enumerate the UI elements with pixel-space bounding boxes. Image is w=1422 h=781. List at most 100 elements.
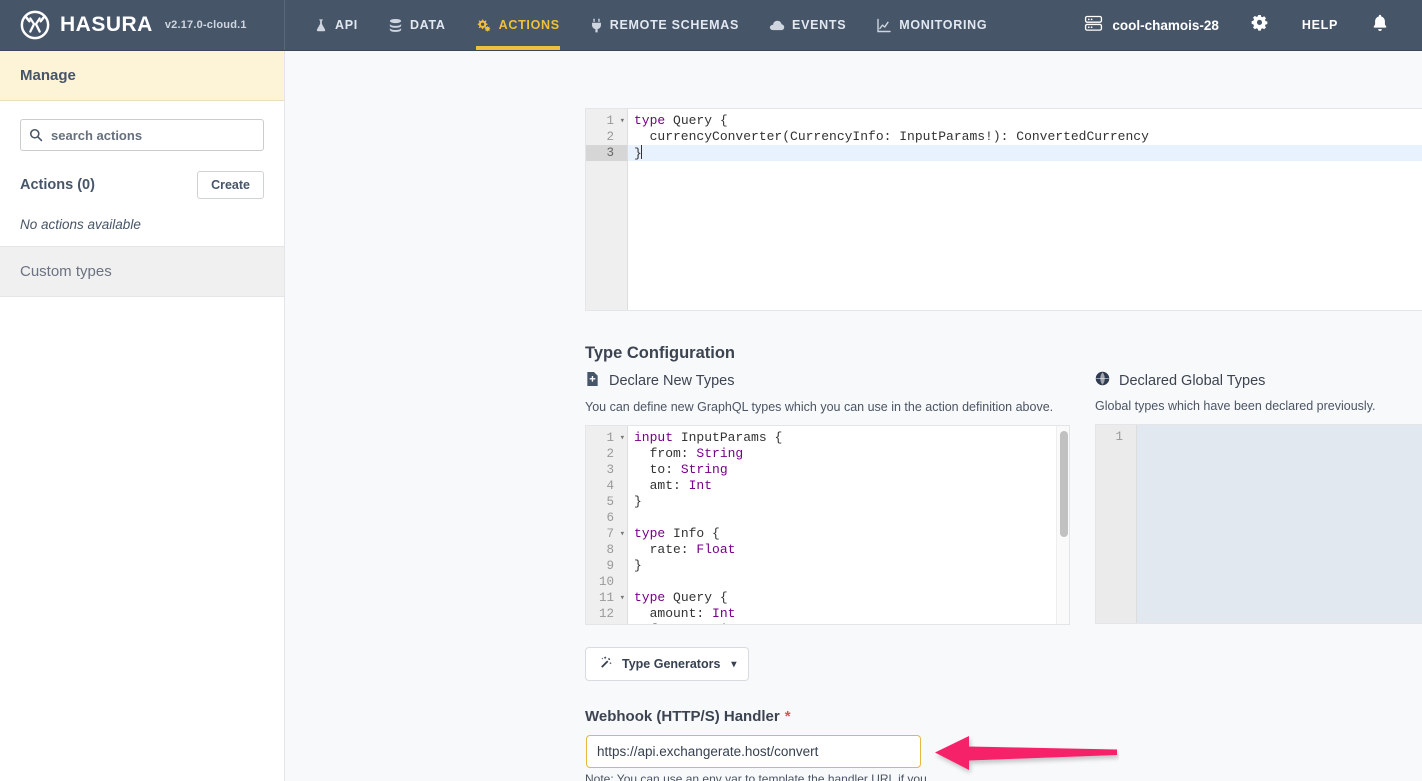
code-token: String bbox=[696, 446, 743, 461]
nav-item-api[interactable]: API bbox=[299, 0, 373, 50]
line-number: 1▾ bbox=[586, 113, 627, 129]
primary-nav: API DATA ACTIONS bbox=[299, 0, 1002, 50]
nav-item-monitoring[interactable]: MONITORING bbox=[861, 0, 1002, 50]
code-line[interactable]: } bbox=[628, 145, 1422, 161]
flask-icon bbox=[314, 18, 328, 33]
code-token: Query bbox=[665, 590, 720, 605]
code-line[interactable] bbox=[634, 510, 1069, 526]
line-number: 11▾ bbox=[586, 590, 627, 606]
code-line[interactable]: type Info { bbox=[634, 526, 1069, 542]
fold-toggle-icon[interactable]: ▾ bbox=[620, 590, 625, 606]
line-number: 2 bbox=[586, 446, 627, 462]
top-navigation-bar: HASURA v2.17.0-cloud.1 API DATA bbox=[0, 0, 1422, 51]
fold-toggle-icon[interactable]: ▾ bbox=[620, 113, 625, 129]
required-marker: * bbox=[785, 708, 791, 725]
nav-label-remote-schemas: REMOTE SCHEMAS bbox=[610, 18, 739, 32]
line-number: 8 bbox=[586, 542, 627, 558]
server-icon bbox=[1084, 15, 1103, 35]
brand-logo-area[interactable]: HASURA v2.17.0-cloud.1 bbox=[0, 0, 285, 50]
code-token: type bbox=[634, 526, 665, 541]
version-label: v2.17.0-cloud.1 bbox=[165, 19, 247, 31]
nav-item-events[interactable]: EVENTS bbox=[754, 0, 861, 50]
nav-label-api: API bbox=[335, 18, 358, 32]
line-number: 2 bbox=[586, 129, 627, 145]
code-line[interactable]: type Query { bbox=[634, 590, 1069, 606]
nav-item-actions[interactable]: ACTIONS bbox=[461, 0, 575, 50]
code-line[interactable]: } bbox=[634, 558, 1069, 574]
sidebar-item-custom-types[interactable]: Custom types bbox=[0, 247, 284, 297]
code-line[interactable]: } bbox=[634, 494, 1069, 510]
type-configuration-title: Type Configuration bbox=[585, 344, 735, 363]
webhook-note-line-1: Note: You can use an env var to template… bbox=[585, 771, 930, 781]
annotation-arrow-pointing-to-webhook-input bbox=[933, 729, 1119, 779]
new-types-scrollbar-thumb[interactable] bbox=[1060, 431, 1068, 537]
code-token: Float bbox=[696, 542, 735, 557]
gears-icon bbox=[476, 18, 492, 33]
project-selector[interactable]: cool-chamois-28 bbox=[1068, 15, 1235, 35]
line-number: 3 bbox=[586, 145, 627, 161]
code-line[interactable]: currencyConverter(CurrencyInfo: InputPar… bbox=[634, 129, 1422, 145]
database-icon bbox=[388, 18, 403, 33]
code-token: { bbox=[720, 113, 728, 128]
code-line[interactable] bbox=[1143, 429, 1422, 445]
code-token: { bbox=[774, 430, 782, 445]
code-token: Int bbox=[689, 478, 712, 493]
webhook-handler-label: Webhook (HTTP/S) Handler * bbox=[585, 708, 791, 725]
declare-new-types-header: Declare New Types bbox=[585, 371, 1085, 391]
globe-icon bbox=[1095, 371, 1110, 390]
code-token: amount: bbox=[634, 606, 712, 621]
sidebar: Manage Actions (0) Create No actions ava… bbox=[0, 51, 285, 781]
chevron-down-icon: ▾ bbox=[731, 659, 736, 670]
action-definition-code[interactable]: type Query { currencyConverter(CurrencyI… bbox=[628, 109, 1422, 310]
nav-item-data[interactable]: DATA bbox=[373, 0, 461, 50]
code-line[interactable]: from: String bbox=[634, 446, 1069, 462]
new-types-code[interactable]: input InputParams { from: String to: Str… bbox=[628, 426, 1069, 624]
file-plus-icon bbox=[585, 371, 600, 391]
line-number: 6 bbox=[586, 510, 627, 526]
new-types-scrollbar[interactable] bbox=[1056, 426, 1069, 624]
settings-button[interactable] bbox=[1235, 14, 1284, 36]
type-generators-label: Type Generators bbox=[622, 657, 720, 671]
fold-toggle-icon[interactable]: ▾ bbox=[620, 430, 625, 446]
code-token: InputParams bbox=[673, 430, 774, 445]
chart-line-icon bbox=[876, 18, 892, 33]
code-line[interactable]: to: String bbox=[634, 462, 1069, 478]
nav-label-monitoring: MONITORING bbox=[899, 18, 987, 32]
code-line[interactable]: from: String bbox=[634, 622, 1069, 625]
create-action-button[interactable]: Create bbox=[197, 171, 264, 199]
page-body: Manage Actions (0) Create No actions ava… bbox=[0, 51, 1422, 781]
type-generators-button[interactable]: Type Generators ▾ bbox=[585, 647, 749, 681]
code-token: Query bbox=[665, 113, 720, 128]
code-line[interactable]: type Query { bbox=[634, 113, 1422, 129]
help-button[interactable]: HELP bbox=[1284, 18, 1356, 32]
actions-count-label: Actions (0) bbox=[20, 177, 95, 193]
search-actions-box[interactable] bbox=[20, 119, 264, 151]
line-number: 1 bbox=[1096, 429, 1136, 445]
code-line[interactable]: amt: Int bbox=[634, 478, 1069, 494]
code-token: } bbox=[634, 558, 642, 573]
code-line[interactable]: input InputParams { bbox=[634, 430, 1069, 446]
global-types-editor[interactable]: 1 bbox=[1095, 424, 1422, 624]
code-line[interactable]: amount: Int bbox=[634, 606, 1069, 622]
new-types-editor[interactable]: 1▾234567▾891011▾1213 input InputParams {… bbox=[585, 425, 1070, 625]
notifications-button[interactable] bbox=[1356, 14, 1404, 37]
webhook-handler-input[interactable] bbox=[586, 735, 921, 768]
code-token: from: bbox=[634, 622, 696, 625]
action-definition-editor[interactable]: 1▾23 type Query { currencyConverter(Curr… bbox=[585, 108, 1422, 311]
fold-toggle-icon[interactable]: ▾ bbox=[620, 526, 625, 542]
sidebar-actions-row: Actions (0) Create bbox=[20, 171, 264, 199]
code-token: { bbox=[720, 590, 728, 605]
code-token: } bbox=[634, 494, 642, 509]
search-actions-input[interactable] bbox=[49, 120, 263, 150]
code-token: from: bbox=[634, 446, 696, 461]
nav-label-actions: ACTIONS bbox=[499, 18, 560, 32]
code-line[interactable]: rate: Float bbox=[634, 542, 1069, 558]
webhook-handler-label-text: Webhook (HTTP/S) Handler bbox=[585, 708, 780, 725]
code-line[interactable] bbox=[634, 574, 1069, 590]
nav-item-remote-schemas[interactable]: REMOTE SCHEMAS bbox=[575, 0, 754, 50]
action-definition-gutter: 1▾23 bbox=[586, 109, 628, 310]
code-token: type bbox=[634, 590, 665, 605]
brand-name: HASURA bbox=[60, 13, 153, 37]
line-number: 3 bbox=[586, 462, 627, 478]
code-token: currencyConverter(CurrencyInfo: InputPar… bbox=[634, 129, 1149, 144]
